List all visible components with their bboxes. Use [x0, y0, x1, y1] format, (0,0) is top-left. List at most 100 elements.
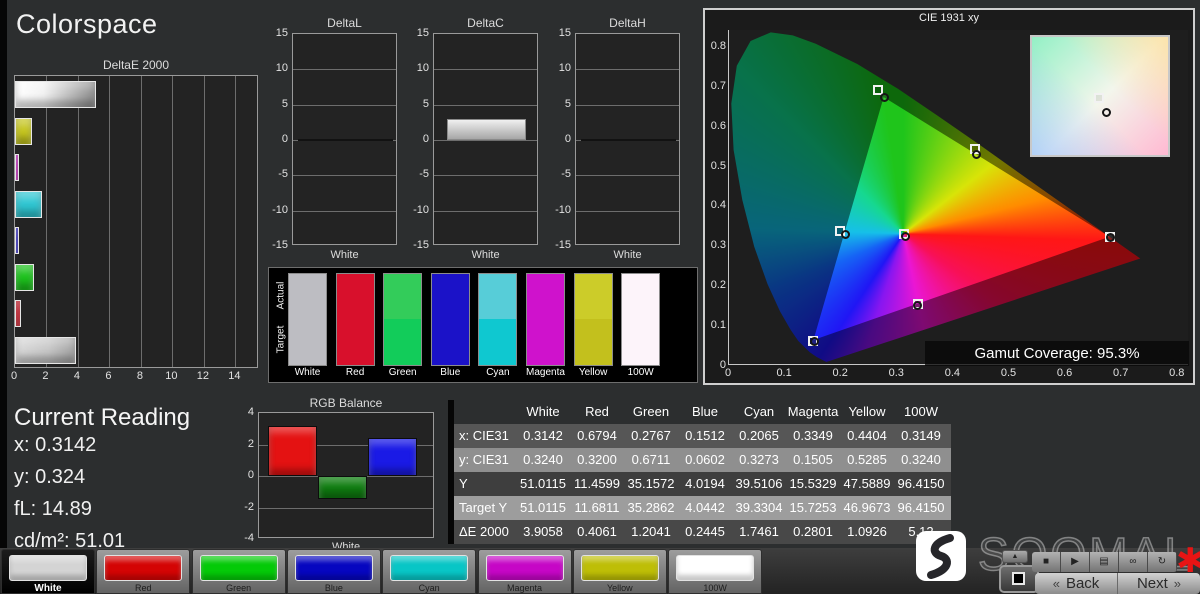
stop-icon[interactable]: ■: [1032, 552, 1061, 572]
red-balance-bar: [268, 425, 317, 476]
target-swatch: [289, 319, 326, 365]
infinity-icon[interactable]: ∞: [1119, 552, 1148, 572]
tab-color-swatch: [9, 555, 87, 581]
table-cell: 0.6711: [631, 452, 671, 467]
gridline: [434, 175, 537, 177]
tab-green[interactable]: Green: [191, 549, 286, 594]
table-header-cell: Red: [585, 404, 609, 419]
deltal-zero-bar: [298, 139, 393, 141]
tab-100w[interactable]: 100W: [668, 549, 763, 594]
chevron-right-icon: »: [1173, 576, 1182, 591]
axis-tick-label: 0.8: [710, 39, 726, 52]
table-cell: 35.2862: [627, 500, 675, 515]
whitepoint-target-marker: [1094, 93, 1104, 103]
deltae2000-chart-title: DeltaE 2000: [102, 58, 170, 72]
table-cell: 0.2767: [631, 428, 671, 443]
target-swatch: [527, 319, 564, 365]
history-icon[interactable]: ↻: [1148, 552, 1177, 572]
axis-tick-label: 0.5: [1000, 367, 1017, 379]
gridline: [434, 140, 537, 141]
deltae2000-chart: DeltaE 2000 0 2 4 6 8 10 12 14: [11, 58, 258, 388]
axis-tick-label: 0.6: [710, 119, 726, 132]
table-cell: 0.3200: [577, 452, 617, 467]
table-row: ΔE 2000 3.9058 0.4061 1.2041 0.2445 1.7461 0.2…: [454, 520, 951, 544]
gridline: [203, 76, 205, 367]
axis-tick-label: 0: [247, 469, 254, 481]
actual-swatch: [336, 274, 374, 319]
axis-tick-label: -15: [555, 239, 571, 251]
deltac-x-label: White: [471, 249, 500, 261]
table-header-cell: Magenta: [787, 404, 839, 419]
gridline: [172, 76, 174, 367]
table-cell: 51.0115: [519, 476, 567, 491]
tab-blue[interactable]: Blue: [286, 549, 381, 594]
back-button[interactable]: « Back: [1035, 573, 1117, 594]
axis-tick-label: 0.7: [710, 79, 726, 92]
table-cell: 11.6811: [574, 500, 620, 515]
actual-row-label: Actual: [275, 281, 287, 310]
axis-tick-label: -4: [244, 532, 254, 544]
deltae-bar-white: [15, 336, 77, 364]
tab-cyan[interactable]: Cyan: [382, 549, 477, 594]
actual-swatch: [479, 274, 517, 319]
swatch-column-blue: [430, 273, 470, 366]
axis-tick-label: -15: [272, 239, 288, 251]
left-edge-strip: [0, 0, 7, 594]
axis-tick-label: 0: [564, 133, 571, 145]
blue-balance-bar: [368, 438, 417, 476]
tab-magenta[interactable]: Magenta: [477, 549, 572, 594]
table-cell: 39.5106: [735, 476, 783, 491]
eject-button[interactable]: ▲: [1002, 550, 1028, 563]
swatch-column-green: [383, 273, 423, 366]
table-header-cell: Yellow: [848, 404, 886, 419]
gridline: [293, 69, 396, 71]
cie-1931-panel: CIE 1931 xy Gamut Coverage: 95.3% 0 0.1 0.…: [703, 8, 1195, 385]
table-cell: 15.5329: [789, 476, 837, 491]
axis-tick-label: 0.2: [710, 279, 726, 292]
tab-red[interactable]: Red: [96, 549, 191, 594]
table-cell: 0.2445: [685, 524, 725, 539]
actual-swatch: [289, 274, 326, 319]
tab-color-swatch: [485, 555, 564, 581]
axis-tick-label: 0: [10, 370, 18, 382]
deltae-bar-100w: [15, 81, 96, 108]
gridline: [434, 210, 537, 212]
deltae2000-x-axis: 0 2 4 6 8 10 12 14: [11, 370, 272, 384]
swatch-column-yellow: [573, 273, 613, 366]
axis-tick-label: 5: [564, 97, 571, 110]
target-row-label: Target: [275, 325, 287, 354]
tab-color-swatch: [294, 555, 373, 581]
reading-line: x: 0.3142: [14, 434, 97, 456]
deltae-bar-blue: [15, 227, 19, 254]
deltah-zero-bar: [581, 139, 676, 141]
tab-color-swatch: [676, 555, 755, 581]
tab-color-swatch: [580, 555, 659, 581]
swatch-column-white: [288, 273, 327, 366]
table-cell: 0.3149: [901, 428, 941, 443]
tab-white[interactable]: White: [1, 549, 95, 594]
tab-color-swatch: [199, 555, 278, 581]
table-cell: 0.3142: [523, 428, 563, 443]
play-icon[interactable]: ▶: [1061, 552, 1090, 572]
gridline: [293, 104, 396, 106]
back-button-label: Back: [1065, 575, 1100, 592]
green-balance-bar: [318, 476, 367, 499]
table-row: x: CIE31 0.3142 0.6794 0.2767 0.1512 0.2065 0.…: [454, 424, 951, 448]
next-button[interactable]: Next »: [1117, 573, 1200, 594]
table-cell: 0.0602: [685, 452, 725, 467]
table-cell: 1.0926: [847, 524, 887, 539]
page-icon[interactable]: ▤: [1090, 552, 1119, 572]
gridline: [293, 210, 396, 212]
table-row: Target Y 51.0115 11.6811 35.2862 4.0442 39.33…: [454, 496, 951, 520]
delta-chart-deltah: DeltaH 15 10 5 0 -5 -10 -15 White: [545, 16, 691, 272]
deltac-plot-area: [433, 33, 538, 245]
target-swatch: [622, 319, 660, 365]
tab-yellow[interactable]: Yellow: [572, 549, 667, 594]
actual-swatch: [574, 274, 612, 319]
gridline: [434, 104, 537, 106]
swatch-label: Blue: [440, 367, 461, 378]
soomal-s-glyph: [927, 534, 954, 579]
axis-tick-label: 10: [275, 62, 288, 75]
table-cell: 96.4150: [897, 500, 945, 515]
delta-chart-deltal: DeltaL 15 10 5 0 -5 -10 -15 White: [262, 16, 408, 272]
